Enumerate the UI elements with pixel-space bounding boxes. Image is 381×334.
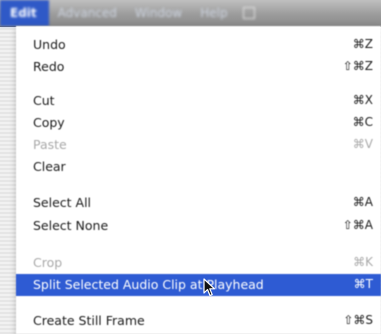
shortcut-label: ⇧⌘Z <box>342 59 373 73</box>
shortcut-label: ⇧⌘S <box>343 313 373 327</box>
menu-item-redo[interactable]: Redo ⇧⌘Z <box>16 56 381 78</box>
menu-separator <box>16 84 381 85</box>
menu-item-undo[interactable]: Undo ⌘Z <box>16 34 381 56</box>
window-menu-icon[interactable] <box>242 7 255 19</box>
shortcut-label: ⌘V <box>352 137 373 151</box>
shortcut-label: ⌘X <box>352 93 373 107</box>
menu-item-split-audio-clip[interactable]: Split Selected Audio Clip at Playhead ⌘T <box>16 274 381 296</box>
shortcut-label: ⌘A <box>352 195 373 209</box>
menu-item-label: Paste <box>33 137 67 152</box>
menu-item-create-still-frame[interactable]: Create Still Frame ⇧⌘S <box>16 310 381 332</box>
shortcut-label: ⌘T <box>353 277 373 291</box>
menu-separator <box>16 303 381 304</box>
edit-menu-dropdown: Undo ⌘Z Redo ⇧⌘Z Cut ⌘X Copy ⌘C Paste ⌘V… <box>16 26 381 334</box>
menu-item-clear[interactable]: Clear <box>16 156 381 178</box>
menu-bar: Edit Advanced Window Help <box>0 0 381 27</box>
menu-item-label: Split Selected Audio Clip at Playhead <box>33 277 264 292</box>
menu-item-label: Create Still Frame <box>33 313 145 328</box>
menu-separator <box>16 244 381 245</box>
menu-separator <box>16 185 381 186</box>
shortcut-label: ⌘K <box>353 255 373 269</box>
shortcut-label: ⌘C <box>352 115 373 129</box>
menu-item-label: Clear <box>33 159 66 174</box>
menu-item-paste: Paste ⌘V <box>16 134 381 156</box>
menu-item-label: Crop <box>33 255 63 270</box>
shortcut-label: ⌘Z <box>352 37 373 51</box>
menu-item-label: Redo <box>33 59 65 74</box>
menu-edit[interactable]: Edit <box>0 0 49 26</box>
menu-item-label: Select All <box>33 195 92 210</box>
menu-item-select-all[interactable]: Select All ⌘A <box>16 192 381 214</box>
shortcut-label: ⇧⌘A <box>342 218 373 232</box>
menu-item-select-none[interactable]: Select None ⇧⌘A <box>16 215 381 237</box>
menu-help[interactable]: Help <box>191 6 236 20</box>
menu-window[interactable]: Window <box>126 6 191 20</box>
menu-item-crop: Crop ⌘K <box>16 252 381 274</box>
mouse-pointer-icon <box>203 278 216 297</box>
menu-item-label: Select None <box>33 218 109 233</box>
menu-item-label: Undo <box>33 37 66 52</box>
menu-item-label: Cut <box>33 93 55 108</box>
menu-item-cut[interactable]: Cut ⌘X <box>16 90 381 112</box>
menu-item-label: Copy <box>33 115 65 130</box>
menu-advanced[interactable]: Advanced <box>49 6 126 20</box>
menu-item-copy[interactable]: Copy ⌘C <box>16 112 381 134</box>
